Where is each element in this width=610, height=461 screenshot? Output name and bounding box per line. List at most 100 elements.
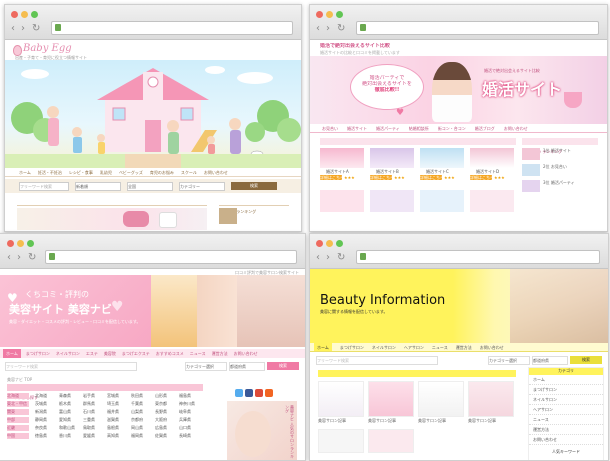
prefecture-link[interactable]: 石川県 <box>83 409 107 417</box>
prefecture-link[interactable]: 山梨県 <box>131 409 155 417</box>
nav-item-ninkatsu[interactable]: 妊活・不妊治 <box>38 168 62 176</box>
prefecture-link[interactable]: 宮城県 <box>107 393 131 401</box>
maximize-dot-icon[interactable] <box>336 11 343 18</box>
free-word-input[interactable]: フリーワード検索 <box>5 362 137 371</box>
prefecture-select[interactable]: 都道府県 <box>532 356 568 365</box>
minimize-dot-icon[interactable] <box>326 240 333 247</box>
prefecture-link[interactable]: 秋田県 <box>131 393 155 401</box>
prefecture-link[interactable]: 長野県 <box>155 409 179 417</box>
prefecture-link[interactable]: 大阪府 <box>155 417 179 425</box>
prefecture-link[interactable]: 広島県 <box>155 425 179 433</box>
prefecture-link[interactable]: 愛知県 <box>59 417 83 425</box>
reload-icon[interactable]: ↻ <box>337 253 345 263</box>
article-thumbnail[interactable] <box>318 429 364 453</box>
prefecture-link[interactable]: 香川県 <box>59 433 83 441</box>
sidebar-item-nail[interactable]: ネイルサロン <box>529 395 603 405</box>
prefecture-link[interactable]: 滋賀県 <box>107 417 131 425</box>
prefecture-link[interactable]: 高知県 <box>107 433 131 441</box>
detail-button[interactable]: 詳細はこちら <box>420 175 442 180</box>
category-select[interactable]: カテゴリー選択 <box>185 362 227 371</box>
prefecture-link[interactable]: 福島県 <box>179 393 203 401</box>
breadcrumb[interactable]: 美容ナビ TOP <box>7 377 32 382</box>
nav-item-matsuge[interactable]: まつげサロン <box>26 349 50 358</box>
close-dot-icon[interactable] <box>11 11 18 18</box>
category-select[interactable]: カテゴリー選択 <box>488 356 530 365</box>
prefecture-link[interactable]: 青森県 <box>59 393 83 401</box>
close-dot-icon[interactable] <box>316 11 323 18</box>
prefecture-link[interactable]: 兵庫県 <box>179 417 203 425</box>
address-bar[interactable] <box>51 21 293 35</box>
sidebar-item-matsuge[interactable]: まつげサロン <box>529 385 603 395</box>
nav-item-home[interactable]: ホーム <box>19 168 31 176</box>
nav-item-worries[interactable]: 育児のお悩み <box>150 168 174 176</box>
review-card[interactable]: 婚活サイトD 詳細はこちら ★★★ <box>470 148 514 184</box>
category-select[interactable]: カテゴリー <box>179 182 225 191</box>
facebook-icon[interactable] <box>245 389 253 397</box>
search-button[interactable]: 検索 <box>570 356 602 364</box>
ranking-thumb[interactable] <box>219 208 237 224</box>
prefecture-link[interactable]: 福岡県 <box>131 433 155 441</box>
prefecture-link[interactable]: 山形県 <box>155 393 179 401</box>
nav-item-matsuge[interactable]: まつげサロン <box>340 343 364 351</box>
minimize-dot-icon[interactable] <box>21 11 28 18</box>
prefecture-link[interactable]: 岩手県 <box>83 393 107 401</box>
prefecture-link[interactable]: 静岡県 <box>35 417 59 425</box>
nav-item-recipe[interactable]: レシピ・食事 <box>69 168 93 176</box>
prefecture-link[interactable]: 神奈川県 <box>179 401 203 409</box>
reload-icon[interactable]: ↻ <box>32 24 40 34</box>
address-bar[interactable] <box>356 21 599 35</box>
forward-icon[interactable]: › <box>21 24 25 34</box>
prefecture-link[interactable]: 京都府 <box>131 417 155 425</box>
prefecture-link[interactable]: 栃木県 <box>59 401 83 409</box>
prefecture-link[interactable]: 岐阜県 <box>179 409 203 417</box>
nav-item-cosme[interactable]: おすすめコスメ <box>156 349 184 358</box>
nav-item-omiai[interactable]: お見合い <box>322 124 338 132</box>
address-bar[interactable] <box>356 250 600 264</box>
review-card[interactable]: 婚活サイトA 詳細はこちら ★★★ <box>320 148 364 184</box>
prefecture-link[interactable]: 埼玉県 <box>107 401 131 409</box>
nav-item-contact[interactable]: お問い合わせ <box>504 124 528 132</box>
prefecture-link[interactable]: 群馬県 <box>83 401 107 409</box>
ranking-item[interactable]: 2位 お見合い <box>522 164 598 176</box>
address-bar[interactable] <box>45 250 297 264</box>
site-title[interactable]: 婚活で絶対出会えるサイト比較 <box>320 43 390 49</box>
prefecture-link[interactable]: 山口県 <box>179 425 203 433</box>
nav-item-goods[interactable]: ベビーグッズ <box>119 168 143 176</box>
sidebar-item-contact[interactable]: お問い合わせ <box>529 435 603 445</box>
prefecture-link[interactable]: 東京都 <box>155 401 179 409</box>
prefecture-link[interactable]: 徳島県 <box>35 433 59 441</box>
site-title[interactable]: Beauty Information <box>320 293 445 308</box>
prefecture-select[interactable]: 都道府県 <box>229 362 265 371</box>
prefecture-link[interactable]: 福井県 <box>107 409 131 417</box>
maximize-dot-icon[interactable] <box>31 11 38 18</box>
maximize-dot-icon[interactable] <box>27 240 34 247</box>
prefecture-link[interactable]: 和歌山県 <box>59 425 83 433</box>
nav-item-home[interactable]: ホーム <box>3 349 21 358</box>
side-banner[interactable]: 美容ナビ 人気のサロンランキング <box>227 401 297 460</box>
search-button[interactable]: 検索 <box>231 182 277 190</box>
nav-item-contact[interactable]: お問い合わせ <box>480 343 504 351</box>
area-select[interactable]: 全国 <box>127 182 173 191</box>
sidebar-item-home[interactable]: ホーム <box>529 375 603 385</box>
nav-item-nail[interactable]: ネイルサロン <box>56 349 80 358</box>
nav-item-operation[interactable]: 運営方法 <box>456 343 472 351</box>
nav-item-contact[interactable]: お問い合わせ <box>204 168 228 176</box>
maximize-dot-icon[interactable] <box>336 240 343 247</box>
nav-item-machikon[interactable]: 街コン・合コン <box>438 124 466 132</box>
nav-item-infant[interactable]: 乳幼児 <box>100 168 112 176</box>
sort-select[interactable]: 新着順 <box>75 182 121 191</box>
prefecture-link[interactable]: 千葉県 <box>131 401 155 409</box>
nav-item-news[interactable]: ニュース <box>190 349 206 358</box>
twitter-icon[interactable] <box>235 389 243 397</box>
free-word-input[interactable]: フリーワード検索 <box>19 182 69 191</box>
ranking-item[interactable]: 3位 婚活パーティ <box>522 180 598 192</box>
pickup-image[interactable] <box>17 208 207 230</box>
site-logo[interactable]: Baby Egg <box>23 43 72 54</box>
close-dot-icon[interactable] <box>316 240 323 247</box>
prefecture-link[interactable]: 島根県 <box>107 425 131 433</box>
detail-button[interactable]: 詳細はこちら <box>470 175 492 180</box>
nav-item-contact[interactable]: お問い合わせ <box>234 349 258 358</box>
nav-item-salon[interactable]: 美容院 <box>104 349 116 358</box>
prefecture-link[interactable]: 奈良県 <box>35 425 59 433</box>
prefecture-link[interactable]: 鳥取県 <box>83 425 107 433</box>
